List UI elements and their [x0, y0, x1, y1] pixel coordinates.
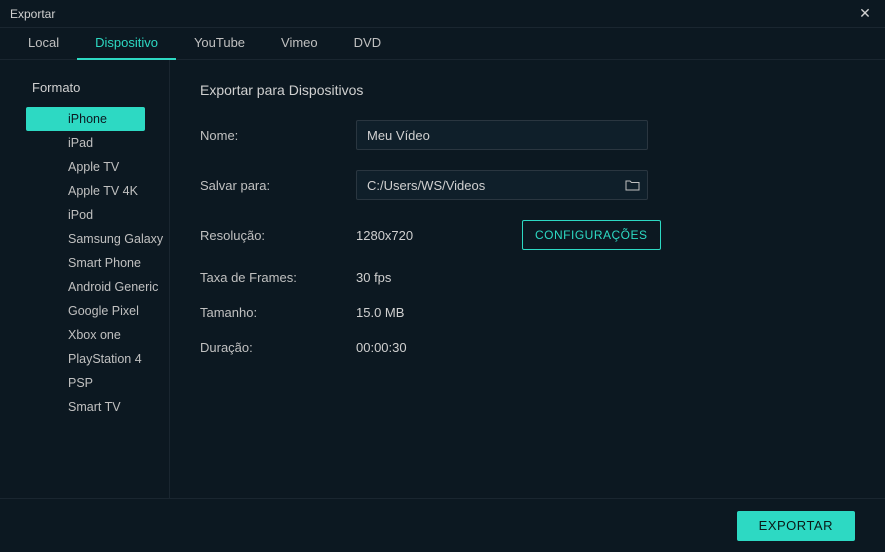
- framerate-value: 30 fps: [356, 270, 391, 285]
- framerate-label: Taxa de Frames:: [200, 270, 356, 285]
- tabs: Local Dispositivo YouTube Vimeo DVD: [0, 28, 885, 60]
- row-framerate: Taxa de Frames: 30 fps: [200, 270, 855, 285]
- save-path-wrap: [356, 170, 648, 200]
- format-item-ipod[interactable]: iPod: [26, 203, 169, 227]
- format-item-xbox[interactable]: Xbox one: [26, 323, 169, 347]
- sidebar-heading: Formato: [0, 80, 169, 107]
- name-label: Nome:: [200, 128, 356, 143]
- duration-value: 00:00:30: [356, 340, 407, 355]
- close-icon: ✕: [859, 5, 871, 22]
- format-item-appletv4k[interactable]: Apple TV 4K: [26, 179, 169, 203]
- tab-youtube[interactable]: YouTube: [176, 28, 263, 60]
- tab-dispositivo[interactable]: Dispositivo: [77, 28, 176, 60]
- format-item-android[interactable]: Android Generic: [26, 275, 169, 299]
- tab-local[interactable]: Local: [10, 28, 77, 60]
- resolution-value: 1280x720: [356, 228, 440, 243]
- duration-label: Duração:: [200, 340, 356, 355]
- browse-button[interactable]: [617, 179, 647, 191]
- format-item-appletv[interactable]: Apple TV: [26, 155, 169, 179]
- main-title: Exportar para Dispositivos: [200, 82, 855, 98]
- format-item-ipad[interactable]: iPad: [26, 131, 169, 155]
- content-area: Formato iPhone iPad Apple TV Apple TV 4K…: [0, 60, 885, 498]
- tab-vimeo[interactable]: Vimeo: [263, 28, 336, 60]
- resolution-label: Resolução:: [200, 228, 356, 243]
- size-label: Tamanho:: [200, 305, 356, 320]
- close-button[interactable]: ✕: [855, 4, 875, 24]
- format-item-smarttv[interactable]: Smart TV: [26, 395, 169, 419]
- sidebar: Formato iPhone iPad Apple TV Apple TV 4K…: [0, 60, 170, 498]
- row-save: Salvar para:: [200, 170, 855, 200]
- titlebar: Exportar ✕: [0, 0, 885, 28]
- settings-button[interactable]: CONFIGURAÇÕES: [522, 220, 661, 250]
- format-item-iphone[interactable]: iPhone: [26, 107, 145, 131]
- format-item-smartphone[interactable]: Smart Phone: [26, 251, 169, 275]
- format-item-ps4[interactable]: PlayStation 4: [26, 347, 169, 371]
- main-panel: Exportar para Dispositivos Nome: Salvar …: [170, 60, 885, 498]
- size-value: 15.0 MB: [356, 305, 404, 320]
- tab-dvd[interactable]: DVD: [336, 28, 399, 60]
- save-path-input[interactable]: [357, 178, 617, 193]
- row-size: Tamanho: 15.0 MB: [200, 305, 855, 320]
- format-item-samsung[interactable]: Samsung Galaxy: [26, 227, 169, 251]
- row-resolution: Resolução: 1280x720 CONFIGURAÇÕES: [200, 220, 855, 250]
- export-button[interactable]: EXPORTAR: [737, 511, 855, 541]
- row-duration: Duração: 00:00:30: [200, 340, 855, 355]
- format-item-pixel[interactable]: Google Pixel: [26, 299, 169, 323]
- save-label: Salvar para:: [200, 178, 356, 193]
- format-item-psp[interactable]: PSP: [26, 371, 169, 395]
- footer: EXPORTAR: [0, 498, 885, 552]
- window-title: Exportar: [10, 7, 55, 21]
- name-input[interactable]: [356, 120, 648, 150]
- folder-icon: [625, 179, 640, 191]
- row-name: Nome:: [200, 120, 855, 150]
